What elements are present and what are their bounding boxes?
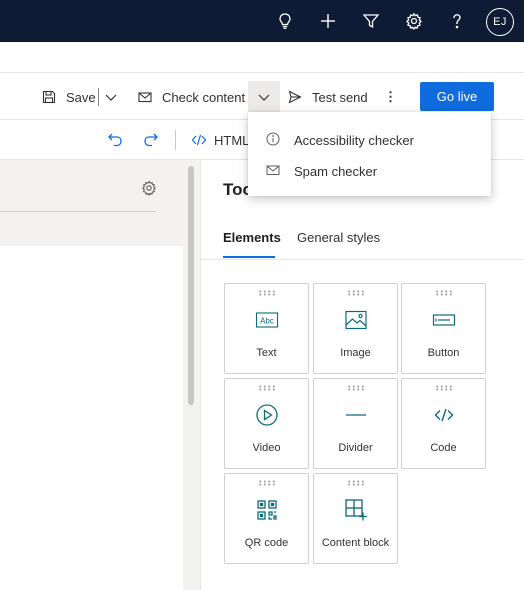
text-abc-icon: Abc — [255, 308, 279, 332]
save-split-divider — [98, 88, 99, 106]
drag-grip-icon — [257, 385, 276, 391]
element-tile-image[interactable]: Image — [313, 283, 398, 374]
filter-icon[interactable] — [358, 8, 384, 34]
element-tile-content-block[interactable]: Content block — [313, 473, 398, 564]
save-button[interactable]: Save — [42, 83, 96, 111]
element-label: QR code — [244, 537, 289, 549]
mail-check-icon — [138, 90, 152, 104]
design-canvas[interactable] — [0, 246, 183, 590]
toolbar-divider — [175, 130, 176, 150]
html-button[interactable]: HTML — [214, 126, 249, 154]
send-icon — [288, 90, 302, 104]
element-label: Video — [252, 442, 281, 454]
gear-icon[interactable] — [401, 8, 427, 34]
element-tile-video[interactable]: Video — [224, 378, 309, 469]
code-icon — [432, 403, 456, 427]
element-tile-code[interactable]: Code — [401, 378, 486, 469]
element-tile-qr-code[interactable]: QR code — [224, 473, 309, 564]
drag-grip-icon — [434, 290, 453, 296]
video-play-icon — [255, 403, 279, 427]
menu-item-label: Spam checker — [294, 163, 378, 179]
plus-icon[interactable] — [315, 8, 341, 34]
design-canvas-header — [0, 160, 183, 246]
element-label: Divider — [338, 442, 373, 454]
element-label: Code — [430, 442, 457, 454]
drag-grip-icon — [346, 290, 365, 296]
undo-icon[interactable] — [106, 131, 124, 149]
tab-elements[interactable]: Elements — [223, 230, 281, 245]
divider-icon — [344, 403, 368, 427]
image-icon — [344, 308, 368, 332]
check-content-label: Check content — [162, 89, 246, 105]
element-label: Image — [340, 347, 371, 359]
toolbox-pane: Toolbox Elements General styles Abc Text… — [200, 160, 524, 590]
save-options-chevron[interactable] — [104, 83, 118, 111]
drag-grip-icon — [257, 480, 276, 486]
active-tab-indicator — [223, 256, 275, 258]
code-icon — [190, 131, 208, 149]
check-content-button[interactable]: Check content — [138, 83, 245, 111]
user-avatar[interactable]: EJ — [486, 8, 514, 36]
chevron-down-icon — [105, 94, 117, 101]
test-send-label: Test send — [312, 89, 368, 105]
content-block-icon — [344, 498, 368, 522]
element-label: Content block — [321, 537, 390, 549]
save-icon — [42, 90, 56, 104]
canvas-scrollbar-thumb[interactable] — [188, 166, 194, 405]
lightbulb-icon[interactable] — [272, 8, 298, 34]
drag-grip-icon — [434, 385, 453, 391]
more-options-button[interactable]: ⋮ — [384, 83, 397, 111]
element-label: Text — [256, 347, 277, 359]
qr-code-icon — [255, 498, 279, 522]
tab-general-styles[interactable]: General styles — [297, 230, 380, 245]
save-label: Save — [66, 89, 96, 105]
info-circle-icon — [266, 132, 280, 146]
drag-grip-icon — [346, 385, 365, 391]
test-send-button[interactable]: Test send — [288, 83, 368, 111]
chevron-down-icon — [258, 94, 270, 101]
redo-icon[interactable] — [142, 131, 160, 149]
check-content-menu: Accessibility checker Spam checker — [248, 112, 491, 196]
element-tile-divider[interactable]: Divider — [313, 378, 398, 469]
help-icon[interactable] — [444, 8, 470, 34]
settings-gear-icon[interactable] — [141, 180, 157, 196]
element-label: Button — [427, 347, 460, 359]
top-navigation-bar: EJ — [0, 0, 524, 42]
menu-item-label: Accessibility checker — [294, 132, 414, 148]
drag-grip-icon — [257, 290, 276, 296]
mail-icon — [266, 163, 280, 177]
toolbox-tabs: Elements General styles — [201, 218, 524, 260]
menu-item-accessibility-checker[interactable]: Accessibility checker — [248, 125, 491, 155]
go-live-button[interactable]: Go live — [420, 82, 494, 111]
svg-text:Abc: Abc — [260, 317, 274, 326]
drag-grip-icon — [346, 480, 365, 486]
button-icon — [432, 308, 456, 332]
element-tile-text[interactable]: Abc Text — [224, 283, 309, 374]
menu-item-spam-checker[interactable]: Spam checker — [248, 156, 491, 186]
element-tile-button[interactable]: Button — [401, 283, 486, 374]
canvas-divider — [0, 211, 156, 212]
check-content-chevron[interactable] — [248, 81, 280, 113]
